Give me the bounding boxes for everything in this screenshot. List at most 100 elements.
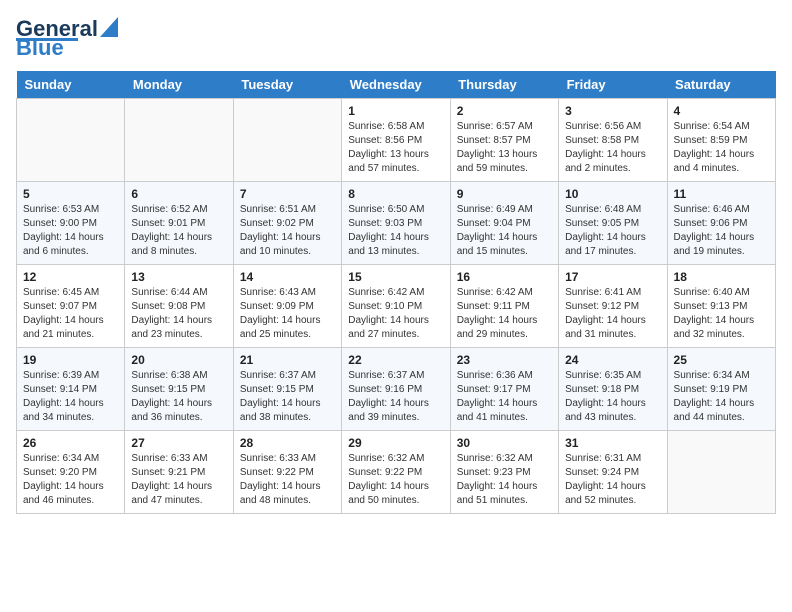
calendar-cell: 29Sunrise: 6:32 AMSunset: 9:22 PMDayligh… <box>342 431 450 514</box>
cell-text: Sunrise: 6:43 AMSunset: 9:09 PMDaylight:… <box>240 286 335 342</box>
header-day-thursday: Thursday <box>450 71 558 99</box>
cell-text: Sunrise: 6:46 AMSunset: 9:06 PMDaylight:… <box>674 203 769 259</box>
day-number: 27 <box>131 436 226 450</box>
day-number: 17 <box>565 270 660 284</box>
day-number: 5 <box>23 187 118 201</box>
calendar-cell: 21 Sunrise: 6:37 AMSunset: 9:15 PMDayligh… <box>233 348 341 431</box>
cell-text: Sunrise: 6:44 AMSunset: 9:08 PMDaylight:… <box>131 286 226 342</box>
calendar-cell: 8 Sunrise: 6:50 AMSunset: 9:03 PMDaylight… <box>342 182 450 265</box>
day-number: 8 <box>348 187 443 201</box>
week-row-2: 5 Sunrise: 6:53 AMSunset: 9:00 PMDaylight… <box>17 182 776 265</box>
week-row-3: 12 Sunrise: 6:45 AMSunset: 9:07 PMDayligh… <box>17 265 776 348</box>
calendar-cell: 7 Sunrise: 6:51 AMSunset: 9:02 PMDaylight… <box>233 182 341 265</box>
calendar-cell: 24Sunrise: 6:35 AMSunset: 9:18 PMDayligh… <box>559 348 667 431</box>
calendar-cell: 15 Sunrise: 6:42 AMSunset: 9:10 PMDayligh… <box>342 265 450 348</box>
header-day-saturday: Saturday <box>667 71 775 99</box>
calendar-cell: 1 Sunrise: 6:58 AMSunset: 8:56 PMDaylight… <box>342 99 450 182</box>
calendar-cell: 20 Sunrise: 6:38 AMSunset: 9:15 PMDayligh… <box>125 348 233 431</box>
calendar-cell <box>233 99 341 182</box>
cell-text: Sunrise: 6:33 AMSunset: 9:21 PMDaylight:… <box>131 452 226 508</box>
cell-text: Sunrise: 6:38 AMSunset: 9:15 PMDaylight:… <box>131 369 226 425</box>
day-number: 12 <box>23 270 118 284</box>
cell-text: Sunrise: 6:52 AMSunset: 9:01 PMDaylight:… <box>131 203 226 259</box>
calendar-cell: 27 Sunrise: 6:33 AMSunset: 9:21 PMDayligh… <box>125 431 233 514</box>
cell-text: Sunrise: 6:35 AMSunset: 9:18 PMDaylight:… <box>565 369 660 425</box>
day-number: 26 <box>23 436 118 450</box>
cell-text: Sunrise: 6:45 AMSunset: 9:07 PMDaylight:… <box>23 286 118 342</box>
cell-text: Sunrise: 6:37 AMSunset: 9:15 PMDaylight:… <box>240 369 335 425</box>
day-number: 4 <box>674 104 769 118</box>
day-number: 30 <box>457 436 552 450</box>
calendar-cell <box>667 431 775 514</box>
day-number: 7 <box>240 187 335 201</box>
calendar-cell: 14 Sunrise: 6:43 AMSunset: 9:09 PMDayligh… <box>233 265 341 348</box>
day-number: 22 <box>348 353 443 367</box>
day-number: 11 <box>674 187 769 201</box>
day-number: 10 <box>565 187 660 201</box>
day-number: 9 <box>457 187 552 201</box>
week-row-1: 1 Sunrise: 6:58 AMSunset: 8:56 PMDaylight… <box>17 99 776 182</box>
day-number: 1 <box>348 104 443 118</box>
cell-text: Sunrise: 6:51 AMSunset: 9:02 PMDaylight:… <box>240 203 335 259</box>
cell-text: Sunrise: 6:39 AMSunset: 9:14 PMDaylight:… <box>23 369 118 425</box>
day-number: 13 <box>131 270 226 284</box>
calendar-cell: 31 Sunrise: 6:31 AMSunset: 9:24 PMDayligh… <box>559 431 667 514</box>
calendar-cell: 12 Sunrise: 6:45 AMSunset: 9:07 PMDayligh… <box>17 265 125 348</box>
calendar-cell: 10 Sunrise: 6:48 AMSunset: 9:05 PMDayligh… <box>559 182 667 265</box>
cell-text: Sunrise: 6:37 AMSunset: 9:16 PMDaylight:… <box>348 369 443 425</box>
calendar-cell <box>17 99 125 182</box>
day-number: 28 <box>240 436 335 450</box>
calendar-cell <box>125 99 233 182</box>
header-day-wednesday: Wednesday <box>342 71 450 99</box>
calendar-cell: 9 Sunrise: 6:49 AMSunset: 9:04 PMDaylight… <box>450 182 558 265</box>
cell-text: Sunrise: 6:53 AMSunset: 9:00 PMDaylight:… <box>23 203 118 259</box>
week-row-4: 19Sunrise: 6:39 AMSunset: 9:14 PMDayligh… <box>17 348 776 431</box>
calendar-cell: 3 Sunrise: 6:56 AMSunset: 8:58 PMDaylight… <box>559 99 667 182</box>
cell-text: Sunrise: 6:34 AMSunset: 9:19 PMDaylight:… <box>674 369 769 425</box>
calendar-cell: 25 Sunrise: 6:34 AMSunset: 9:19 PMDayligh… <box>667 348 775 431</box>
cell-text: Sunrise: 6:31 AMSunset: 9:24 PMDaylight:… <box>565 452 660 508</box>
day-number: 21 <box>240 353 335 367</box>
calendar-cell: 17 Sunrise: 6:41 AMSunset: 9:12 PMDayligh… <box>559 265 667 348</box>
cell-text: Sunrise: 6:42 AMSunset: 9:10 PMDaylight:… <box>348 286 443 342</box>
cell-text: Sunrise: 6:54 AMSunset: 8:59 PMDaylight:… <box>674 120 769 176</box>
calendar-cell: 4 Sunrise: 6:54 AMSunset: 8:59 PMDaylight… <box>667 99 775 182</box>
calendar-cell: 11 Sunrise: 6:46 AMSunset: 9:06 PMDayligh… <box>667 182 775 265</box>
cell-text: Sunrise: 6:36 AMSunset: 9:17 PMDaylight:… <box>457 369 552 425</box>
day-number: 15 <box>348 270 443 284</box>
day-number: 16 <box>457 270 552 284</box>
cell-text: Sunrise: 6:48 AMSunset: 9:05 PMDaylight:… <box>565 203 660 259</box>
cell-text: Sunrise: 6:42 AMSunset: 9:11 PMDaylight:… <box>457 286 552 342</box>
logo-triangle-icon <box>100 17 118 37</box>
header-day-tuesday: Tuesday <box>233 71 341 99</box>
calendar-cell: 16 Sunrise: 6:42 AMSunset: 9:11 PMDayligh… <box>450 265 558 348</box>
logo: General Blue <box>16 16 118 61</box>
calendar-cell: 28 Sunrise: 6:33 AMSunset: 9:22 PMDayligh… <box>233 431 341 514</box>
cell-text: Sunrise: 6:33 AMSunset: 9:22 PMDaylight:… <box>240 452 335 508</box>
week-row-5: 26Sunrise: 6:34 AMSunset: 9:20 PMDayligh… <box>17 431 776 514</box>
header-day-monday: Monday <box>125 71 233 99</box>
day-number: 23 <box>457 353 552 367</box>
day-number: 31 <box>565 436 660 450</box>
header-day-sunday: Sunday <box>17 71 125 99</box>
cell-text: Sunrise: 6:41 AMSunset: 9:12 PMDaylight:… <box>565 286 660 342</box>
day-number: 20 <box>131 353 226 367</box>
calendar-cell: 6Sunrise: 6:52 AMSunset: 9:01 PMDaylight… <box>125 182 233 265</box>
header-day-friday: Friday <box>559 71 667 99</box>
cell-text: Sunrise: 6:56 AMSunset: 8:58 PMDaylight:… <box>565 120 660 176</box>
calendar-table: SundayMondayTuesdayWednesdayThursdayFrid… <box>16 71 776 514</box>
cell-text: Sunrise: 6:58 AMSunset: 8:56 PMDaylight:… <box>348 120 443 176</box>
cell-text: Sunrise: 6:50 AMSunset: 9:03 PMDaylight:… <box>348 203 443 259</box>
day-number: 25 <box>674 353 769 367</box>
day-number: 14 <box>240 270 335 284</box>
cell-text: Sunrise: 6:49 AMSunset: 9:04 PMDaylight:… <box>457 203 552 259</box>
day-number: 3 <box>565 104 660 118</box>
header: General Blue <box>16 16 776 61</box>
day-number: 18 <box>674 270 769 284</box>
day-number: 2 <box>457 104 552 118</box>
calendar-cell: 5 Sunrise: 6:53 AMSunset: 9:00 PMDaylight… <box>17 182 125 265</box>
logo-blue: Blue <box>16 35 64 61</box>
day-number: 29 <box>348 436 443 450</box>
calendar-cell: 13 Sunrise: 6:44 AMSunset: 9:08 PMDayligh… <box>125 265 233 348</box>
cell-text: Sunrise: 6:32 AMSunset: 9:23 PMDaylight:… <box>457 452 552 508</box>
